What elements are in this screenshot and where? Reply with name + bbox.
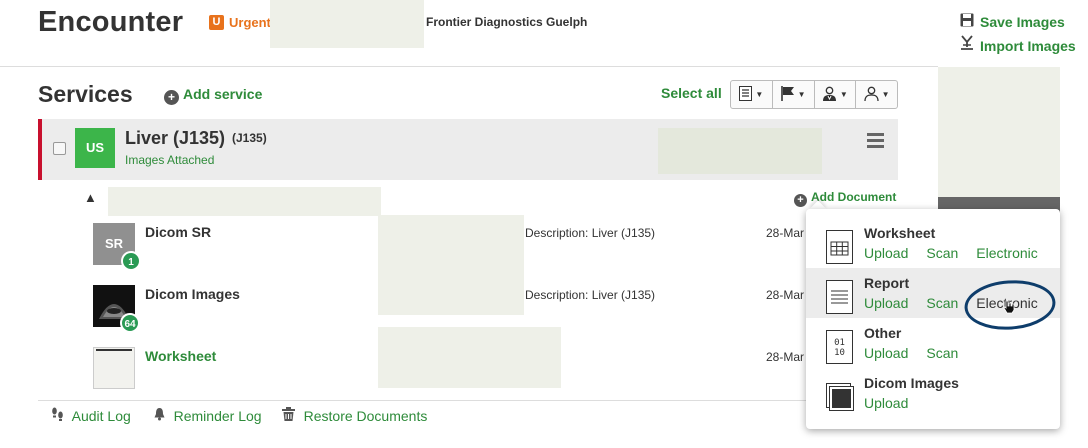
image-count-badge: 1 xyxy=(121,251,141,271)
report-upload-link[interactable]: Upload xyxy=(864,295,908,311)
audit-log-link[interactable]: Audit Log xyxy=(51,407,131,424)
user-icon xyxy=(864,86,879,104)
document-description: Description: Liver (J135) xyxy=(525,288,656,302)
popup-row-title: Worksheet xyxy=(864,225,936,241)
add-service-label: Add service xyxy=(183,86,263,102)
image-stack-icon xyxy=(826,380,854,414)
chevron-down-icon: ▼ xyxy=(881,90,890,99)
footer-divider xyxy=(38,400,898,401)
popup-row-title: Report xyxy=(864,275,910,291)
service-status: Images Attached xyxy=(125,153,215,167)
worksheet-electronic-link[interactable]: Electronic xyxy=(976,245,1037,261)
service-name: Liver (J135) xyxy=(125,128,226,148)
right-side-panel xyxy=(938,67,1060,207)
redacted-document-block xyxy=(378,327,561,388)
redacted-service-block xyxy=(658,128,822,174)
report-scan-link[interactable]: Scan xyxy=(926,295,958,311)
collapse-triangle-icon[interactable]: ▲ xyxy=(84,190,97,205)
select-all-link[interactable]: Select all xyxy=(661,85,722,101)
services-heading: Services xyxy=(38,81,133,107)
document-name-link[interactable]: Worksheet xyxy=(145,348,216,364)
text-document-icon xyxy=(826,280,853,314)
redacted-documents-header xyxy=(108,187,381,216)
add-service-button[interactable]: + Add service xyxy=(164,86,262,105)
document-name[interactable]: Dicom Images xyxy=(145,286,240,302)
pointer-hand-icon xyxy=(1002,300,1016,317)
image-count-badge: 64 xyxy=(120,313,140,333)
popup-row-actions: Upload xyxy=(864,395,926,411)
save-images-button[interactable]: Save Images xyxy=(960,13,1065,31)
plus-circle-icon: + xyxy=(794,194,807,207)
document-date: 28-Mar xyxy=(766,226,805,240)
page-preview-line xyxy=(96,349,132,351)
add-document-label: Add Document xyxy=(811,190,897,204)
user-dropdown[interactable]: ▼ xyxy=(856,81,897,108)
hamburger-menu-icon[interactable] xyxy=(867,133,884,151)
header-divider xyxy=(0,66,938,67)
footprints-icon xyxy=(51,407,68,424)
chevron-down-icon: ▼ xyxy=(755,90,764,99)
urgent-label: Urgent xyxy=(229,15,271,30)
document-list-dropdown[interactable]: ▼ xyxy=(731,81,773,108)
popup-row-title: Other xyxy=(864,325,902,341)
service-checkbox[interactable] xyxy=(53,142,66,155)
import-icon xyxy=(960,35,976,55)
plus-circle-icon: + xyxy=(164,90,179,105)
popup-row-dicom-images: Dicom Images Upload xyxy=(806,368,1060,418)
page-title: Encounter xyxy=(38,6,184,38)
binary-icon-text: 01 10 xyxy=(834,338,845,358)
document-thumbnail-worksheet[interactable] xyxy=(93,347,135,389)
bell-icon xyxy=(153,408,170,424)
service-code: (J135) xyxy=(232,131,267,145)
popup-row-title: Dicom Images xyxy=(864,375,959,391)
worksheet-upload-link[interactable]: Upload xyxy=(864,245,908,261)
other-scan-link[interactable]: Scan xyxy=(926,345,958,361)
document-description: Description: Liver (J135) xyxy=(525,226,656,240)
redacted-patient-block xyxy=(270,0,424,48)
document-list-icon xyxy=(739,85,753,104)
other-upload-link[interactable]: Upload xyxy=(864,345,908,361)
reminder-log-link[interactable]: Reminder Log xyxy=(153,407,262,424)
trash-restore-icon xyxy=(281,407,300,424)
document-name[interactable]: Dicom SR xyxy=(145,224,211,240)
urgent-badge: U xyxy=(209,15,224,30)
document-date: 28-Mar xyxy=(766,288,805,302)
binary-document-icon: 01 10 xyxy=(826,330,853,364)
facility-name: Frontier Diagnostics Guelph xyxy=(426,15,588,29)
worksheet-scan-link[interactable]: Scan xyxy=(926,245,958,261)
floppy-disk-icon xyxy=(960,13,976,31)
document-date: 28-Mar xyxy=(766,350,805,364)
doctor-dropdown[interactable]: ▼ xyxy=(815,81,857,108)
service-toolbar: ▼ ▼ ▼ ▼ xyxy=(730,80,898,109)
reminder-log-label: Reminder Log xyxy=(173,408,262,424)
import-images-button[interactable]: Import Images xyxy=(960,35,1076,55)
chevron-down-icon: ▼ xyxy=(797,90,806,99)
dicom-images-upload-link[interactable]: Upload xyxy=(864,395,908,411)
redacted-document-block xyxy=(378,215,524,315)
add-document-button[interactable]: + Add Document xyxy=(794,190,896,207)
chevron-down-icon: ▼ xyxy=(839,90,848,99)
restore-documents-label: Restore Documents xyxy=(303,408,428,424)
save-images-label: Save Images xyxy=(980,14,1065,30)
restore-documents-link[interactable]: Restore Documents xyxy=(281,407,427,424)
popup-row-actions: Upload Scan Electronic xyxy=(864,245,1056,261)
modality-badge: US xyxy=(75,128,115,168)
audit-log-label: Audit Log xyxy=(71,408,131,424)
doctor-icon xyxy=(822,86,837,104)
grid-document-icon xyxy=(826,230,853,264)
popup-row-actions: Upload Scan xyxy=(864,345,976,361)
import-images-label: Import Images xyxy=(980,38,1076,54)
flag-icon xyxy=(780,85,795,104)
flag-dropdown[interactable]: ▼ xyxy=(773,81,815,108)
popup-row-worksheet: Worksheet Upload Scan Electronic xyxy=(806,218,1060,268)
